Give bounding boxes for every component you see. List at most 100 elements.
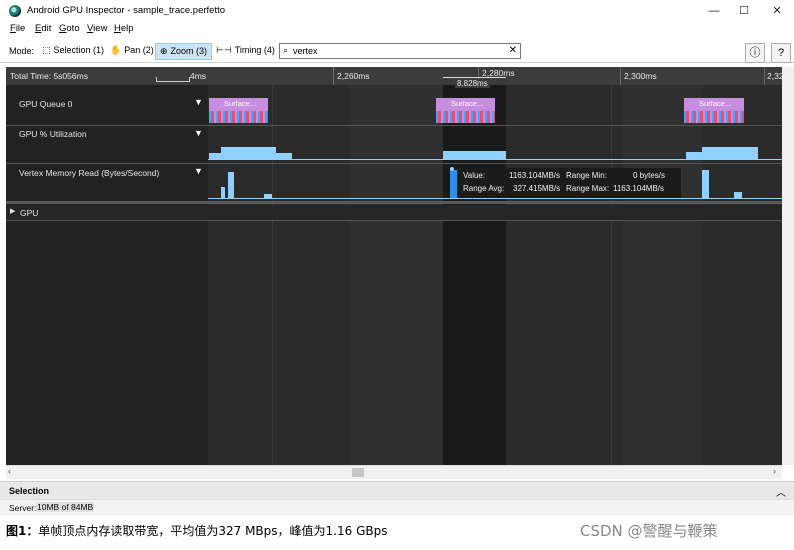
server-label: Server: [9,503,37,513]
cursor-icon: ⬚ [42,45,51,55]
track-separator [6,220,782,221]
scroll-left-icon[interactable]: ‹ [8,466,11,476]
selection-panel-header[interactable]: Selection ︿ [0,481,794,499]
hand-icon: ✋ [110,45,122,55]
mode-timing-button[interactable]: ⊢⊣ Timing (4) [212,43,279,58]
minimize-button[interactable]: — [699,0,729,22]
pin-icon[interactable]: ▼ [194,97,203,107]
tooltip-value-label: Value: [463,171,486,180]
info-icon: ⓘ [749,47,761,59]
search-icon: ⌕ [283,45,289,55]
menu-help[interactable]: Help [114,23,134,34]
memory-read-bar [228,172,234,198]
tooltip-range-min: 0 bytes/s [633,171,666,180]
tick-label-2320: 2,32 [767,71,782,81]
track-name-gpu-utilization: GPU % Utilization [19,129,87,139]
grid-band [623,85,703,465]
utilization-bar [276,153,292,159]
pin-icon[interactable]: ▼ [194,166,203,176]
menu-bar: File Edit Goto View Help [0,22,794,36]
total-time-label: Total Time: 5s056ms [10,71,88,81]
close-button[interactable]: ✕ [762,0,792,22]
tick-label-2300: 2,300ms [624,71,657,81]
slice-detail [436,111,495,123]
mode-selection-button[interactable]: ⬚ Selection (1) [38,43,108,58]
timing-icon: ⊢⊣ [216,45,232,55]
menu-view[interactable]: View [87,23,107,34]
figure-caption: 图1：单帧顶点内存读取带宽，平均值为327 MBps，峰值为1.16 GBps [6,522,387,539]
pin-icon[interactable]: ▼ [194,128,203,138]
tick [333,67,334,85]
horizontal-scrollbar[interactable]: ‹ › [6,465,782,479]
scroll-right-icon[interactable]: › [773,466,776,476]
gpu-queue-slice[interactable]: Surface... [684,98,744,123]
mode-toolbar: Mode: ⬚ Selection (1) ✋ Pan (2) ⊕ Zoom (3) … [0,40,794,63]
scale-bar [156,77,190,82]
utilization-bar [443,151,506,159]
track-name-gpu-queue: GPU Queue 0 [19,99,73,109]
memory-read-baseline [208,198,782,199]
selection-panel-title: Selection [9,486,50,496]
gpu-queue-slice[interactable]: Surface... [436,98,495,123]
utilization-baseline [208,159,782,160]
caption-text: 单帧顶点内存读取带宽，平均值为327 MBps，峰值为1.16 GBps [38,524,388,538]
slice-detail [684,111,744,123]
help-icon: ? [777,47,785,59]
grid-line [272,85,273,465]
track-separator [6,163,782,164]
memory-read-bar [221,187,225,198]
value-tooltip: Value: 1163.104MB/s Range Min: 0 bytes/s… [457,168,681,198]
scroll-thumb[interactable] [352,468,364,477]
app-logo-icon [9,5,21,17]
grid-band [350,85,443,465]
vertical-scrollbar[interactable] [782,67,794,465]
utilization-bar [686,152,702,159]
slice-detail [209,111,268,123]
menu-goto[interactable]: Goto [59,23,80,34]
selection-duration-label: 8.828ms [455,79,490,88]
expand-icon[interactable]: ▶ [10,207,15,215]
tick [764,67,765,85]
scale-label: 4ms [190,71,207,81]
grid-line [611,85,612,465]
utilization-bar [702,147,758,159]
tooltip-range-avg: 327.415MB/s [513,184,561,193]
watermark: CSDN @警醒与鞭策 [580,522,718,540]
track-name-vertex-memory-read: Vertex Memory Read (Bytes/Second) [19,168,160,178]
help-button[interactable]: ? [771,43,791,63]
gpu-queue-slice[interactable]: Surface... [209,98,268,123]
memory-read-marker [450,167,454,171]
tooltip-value: 1163.104MB/s [509,171,560,180]
time-ruler[interactable]: Total Time: 5s056ms 4ms 2,260ms 2,280ms … [6,67,782,88]
status-bar: Server: 10MB of 84MB [0,499,794,515]
menu-file[interactable]: File [10,23,25,34]
tooltip-range-max: 1163.104MB/s [613,184,664,193]
clear-search-icon[interactable]: ✕ [509,44,517,58]
collapse-icon[interactable]: ︿ [776,484,786,499]
memory-read-bar [734,192,742,198]
mode-zoom-button[interactable]: ⊕ Zoom (3) [155,43,213,60]
menu-edit[interactable]: Edit [35,23,51,34]
memory-read-bar [702,170,709,198]
info-button[interactable]: ⓘ [745,43,765,63]
zoom-icon: ⊕ [160,46,168,56]
utilization-bar [209,153,221,159]
mode-pan-button[interactable]: ✋ Pan (2) [106,43,158,58]
window-title: Android GPU Inspector - sample_trace.per… [27,5,226,16]
track-separator [6,201,782,204]
selected-time-range[interactable] [443,67,506,465]
mode-label: Mode: [9,46,35,56]
tick-label-2260: 2,260ms [337,71,370,81]
tooltip-range-max-label: Range Max: [566,184,610,193]
track-group-gpu[interactable]: ▶ GPU [6,205,782,220]
memory-read-bar [264,194,272,198]
maximize-button[interactable]: ☐ [729,0,759,22]
track-names-panel [6,85,208,465]
track-separator [6,125,782,126]
timeline-view[interactable]: Total Time: 5s056ms 4ms 2,260ms 2,280ms … [6,67,782,465]
caption-prefix: 图1： [6,524,39,538]
search-box: ⌕ ✕ [279,43,521,59]
title-bar: Android GPU Inspector - sample_trace.per… [0,0,794,22]
server-memory-value: 10MB of 84MB [36,502,95,512]
search-input[interactable] [293,44,493,58]
